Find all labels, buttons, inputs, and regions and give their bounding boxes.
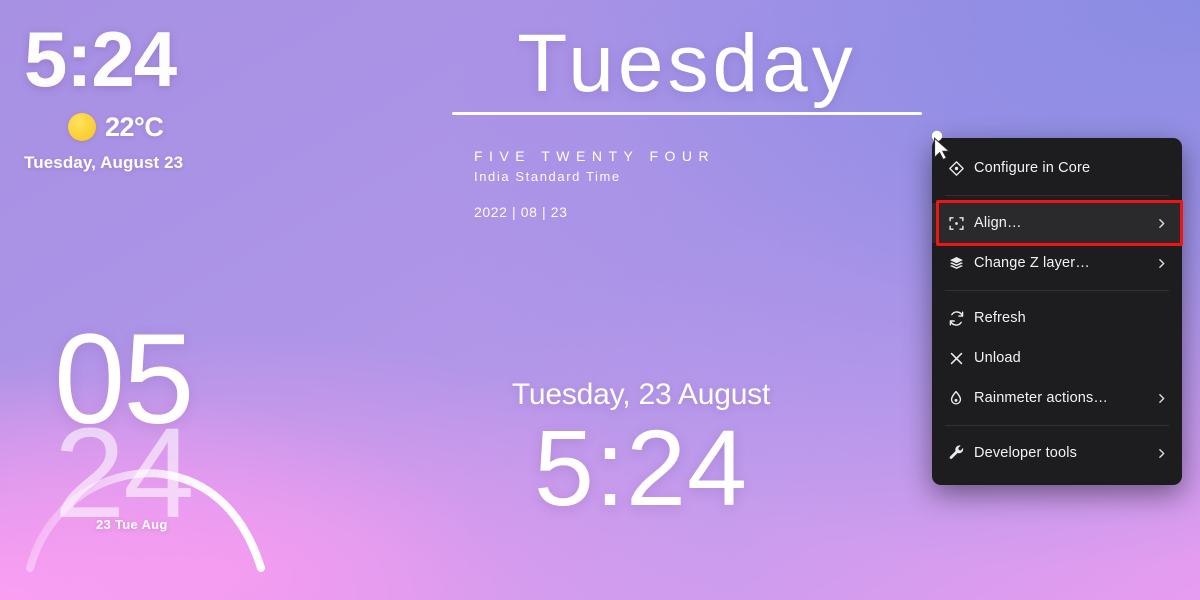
menu-item-configure-in-core[interactable]: Configure in Core [932, 148, 1182, 188]
chevron-right-icon [1155, 217, 1168, 230]
chevron-right-icon [1155, 257, 1168, 270]
top-left-weather: 22°C [68, 112, 183, 143]
menu-separator [945, 290, 1169, 291]
menu-item-align[interactable]: Align… [932, 200, 1183, 246]
menu-item-label: Unload [974, 350, 1021, 366]
menu-item-rainmeter-actions[interactable]: Rainmeter actions… [932, 378, 1182, 418]
lock-clock-time: 5:24 [533, 407, 749, 528]
top-left-temperature: 22°C [105, 111, 164, 142]
menu-item-refresh[interactable]: Refresh [932, 298, 1182, 338]
widget-day-banner[interactable]: Tuesday FIVE TWENTY FOUR India Standard … [452, 22, 922, 220]
top-left-time: 5:24 [24, 15, 177, 103]
menu-item-label: Align… [974, 215, 1022, 231]
widget-top-left-clock[interactable]: 5:24 22°C Tuesday, August 23 [24, 15, 184, 173]
menu-separator [945, 195, 1169, 196]
chevron-right-icon [1155, 392, 1168, 405]
refresh-icon [948, 310, 974, 327]
context-menu[interactable]: Configure in Core Align… Change Z layer…… [932, 138, 1183, 485]
menu-item-label: Configure in Core [974, 160, 1091, 176]
menu-item-change-z-layer[interactable]: Change Z layer… [932, 243, 1182, 283]
top-left-date: Tuesday, August 23 [24, 152, 184, 172]
menu-item-label: Rainmeter actions… [974, 390, 1109, 406]
menu-item-unload[interactable]: Unload [932, 338, 1182, 378]
menu-item-label: Developer tools [974, 445, 1077, 461]
arrow-cursor [931, 130, 951, 161]
day-time-spelled: FIVE TWENTY FOUR [474, 147, 716, 164]
desktop-wallpaper: 5:24 22°C Tuesday, August 23 Tuesday FIV… [0, 0, 1200, 600]
menu-separator [945, 425, 1169, 426]
layers-icon [948, 256, 974, 271]
chevron-right-icon [1155, 447, 1168, 460]
droplet-icon [948, 390, 974, 407]
day-ymd: 2022 | 08 | 23 [474, 203, 568, 220]
big-digits-sublabel: 23 Tue Aug [96, 517, 168, 532]
day-divider [452, 111, 922, 115]
day-timezone: India Standard Time [474, 168, 621, 184]
sun-icon [68, 113, 96, 142]
arc-decoration [26, 469, 265, 572]
wrench-icon [948, 444, 974, 462]
menu-item-label: Refresh [974, 310, 1026, 326]
menu-item-developer-tools[interactable]: Developer tools [932, 433, 1182, 473]
close-icon [948, 350, 974, 367]
widget-big-digits[interactable]: 05 24 23 Tue Aug [26, 316, 290, 572]
menu-item-label: Change Z layer… [974, 255, 1090, 271]
crop-icon [948, 215, 974, 232]
widget-lock-clock[interactable]: Tuesday, 23 August 5:24 [410, 378, 872, 529]
day-name: Tuesday [517, 18, 857, 109]
